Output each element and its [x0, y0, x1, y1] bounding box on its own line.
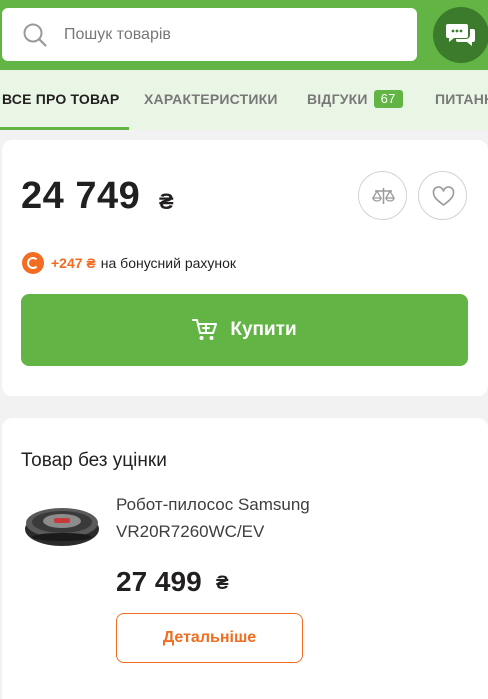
buy-card: 24 749 ₴ +247 ₴ на бонусний рахунок Купи…: [2, 140, 488, 396]
chat-button[interactable]: [433, 7, 488, 63]
tab-characteristics[interactable]: ХАРАКТЕРИСТИКИ: [144, 70, 278, 130]
buy-button[interactable]: Купити: [21, 294, 468, 366]
details-button[interactable]: Детальніше: [116, 613, 303, 663]
product-thumbnail[interactable]: [22, 501, 102, 549]
alt-offer-title: Товар без уцінки: [21, 450, 167, 471]
alt-product-currency: ₴: [216, 573, 229, 594]
product-tabs: ВСЕ ПРО ТОВАР ХАРАКТЕРИСТИКИ ВІДГУКИ 67 П…: [0, 70, 488, 130]
scales-icon: [372, 188, 395, 204]
tab-reviews[interactable]: ВІДГУКИ 67: [307, 70, 403, 130]
bonus-amount: +247 ₴: [51, 255, 96, 271]
bonus-coin-icon: [22, 252, 44, 274]
search-icon[interactable]: [22, 22, 48, 48]
compare-button[interactable]: [358, 171, 407, 220]
search-box[interactable]: [2, 8, 417, 61]
tab-questions[interactable]: ПИТАНН: [435, 70, 488, 130]
tab-reviews-label: ВІДГУКИ: [307, 91, 368, 107]
product-price: 24 749: [21, 175, 141, 217]
reviews-count-badge: 67: [373, 90, 403, 108]
wishlist-button[interactable]: [418, 171, 467, 220]
cart-icon: [192, 319, 218, 340]
alt-offer-card: Товар без уцінки Робот-пилосос Samsung V…: [2, 418, 488, 699]
header-bar: [0, 0, 488, 70]
heart-icon: [432, 186, 455, 206]
chat-icon: [446, 24, 475, 46]
buy-button-label: Купити: [230, 319, 297, 340]
bonus-text: на бонусний рахунок: [100, 255, 237, 271]
search-input[interactable]: [64, 20, 404, 50]
price-currency: ₴: [159, 189, 174, 214]
tab-all-about-product[interactable]: ВСЕ ПРО ТОВАР: [2, 70, 119, 130]
alt-product-price: 27 499: [116, 566, 202, 597]
active-tab-indicator: [0, 127, 129, 130]
alt-product-name[interactable]: Робот-пилосос Samsung VR20R7260WC/EV: [116, 491, 366, 545]
bonus-info: +247 ₴ на бонусний рахунок: [22, 251, 236, 275]
